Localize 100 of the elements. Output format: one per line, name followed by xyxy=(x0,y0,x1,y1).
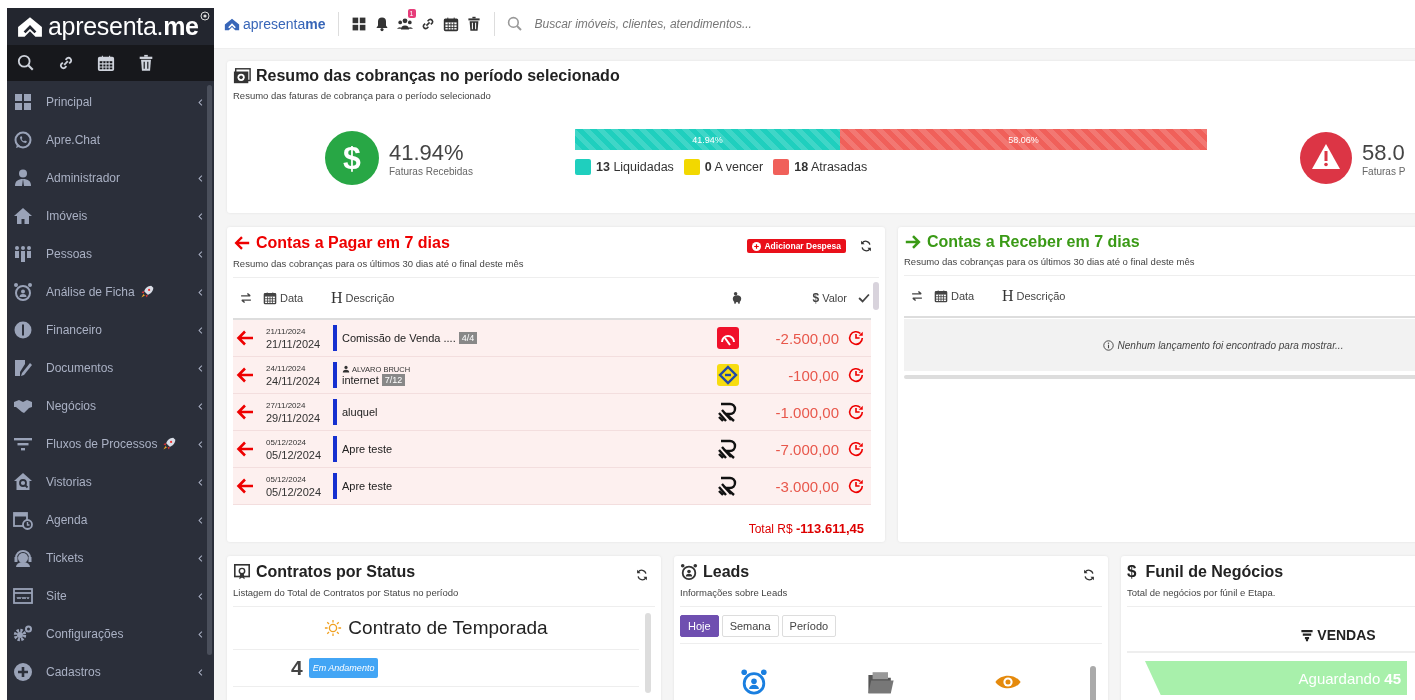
due-date: 05/12/2024 xyxy=(266,474,308,484)
grid-icon xyxy=(13,92,33,112)
tab[interactable]: Período xyxy=(781,615,837,637)
table-row[interactable]: 27/11/2024 29/11/2024 aluquel -1.000,00 xyxy=(233,394,871,431)
empty-message: Nenhum lançamento foi encontrado para mostrar... xyxy=(1117,339,1344,351)
tab[interactable]: Semana xyxy=(721,615,779,637)
category-bar xyxy=(333,325,337,351)
menu-item[interactable]: Principal xyxy=(7,83,214,121)
people-icon[interactable] xyxy=(396,16,413,32)
grid-icon[interactable] xyxy=(350,16,367,32)
installment-tag: 4/4 xyxy=(458,332,478,344)
refresh-icon[interactable] xyxy=(859,239,873,253)
heading-mark: H xyxy=(1002,287,1014,305)
menu-item[interactable]: Configurações xyxy=(7,615,214,653)
search-icon[interactable] xyxy=(17,54,35,72)
clock-icon[interactable] xyxy=(847,403,865,421)
menu-item[interactable]: Análise de Ficha xyxy=(7,273,214,311)
card-subtitle: Total de negócios por fúnil e Etapa. xyxy=(1127,587,1415,607)
pipeline-name: VENDAS xyxy=(1317,627,1376,643)
add-expense-button[interactable]: Adicionar Despesa xyxy=(747,239,846,253)
due-date: 05/12/2024 xyxy=(266,437,308,447)
clock-icon[interactable] xyxy=(847,329,865,347)
alarm-icon xyxy=(13,282,33,302)
amount: -7.000,00 xyxy=(774,440,839,458)
count: 4 xyxy=(291,656,303,680)
document-icon xyxy=(13,358,33,378)
total-amount: Total R$ -113.611,45 xyxy=(748,521,864,536)
menu-item[interactable]: Apre.Chat xyxy=(7,121,214,159)
menu-item[interactable]: Tickets xyxy=(7,539,214,577)
table-row[interactable]: 05/12/2024 05/12/2024 Apre teste -3.000,00 xyxy=(233,468,871,505)
scrollbar[interactable] xyxy=(873,282,879,310)
people-icon xyxy=(13,244,33,264)
heading-mark: H xyxy=(331,289,343,307)
browser-icon xyxy=(13,586,33,606)
amount: -100,00 xyxy=(787,366,839,384)
clock-icon[interactable] xyxy=(847,366,865,384)
column-header: Data xyxy=(951,290,975,302)
trash-icon[interactable] xyxy=(137,54,155,72)
column-header: Data xyxy=(280,292,304,304)
menu-item[interactable]: Documentos xyxy=(7,349,214,387)
description-text: Apre teste xyxy=(342,480,393,492)
dollar-mark: $ xyxy=(1127,562,1137,582)
description-text: aluquel xyxy=(342,406,378,418)
trash-icon[interactable] xyxy=(465,16,482,32)
arrow-right-icon xyxy=(904,233,922,251)
menu-item[interactable]: Imóveis xyxy=(7,197,214,235)
percentage-value: 58.0 xyxy=(1362,139,1406,166)
amount: -1.000,00 xyxy=(774,403,839,421)
scrollbar[interactable] xyxy=(207,85,212,655)
card-title: Funil de Negócios xyxy=(1145,563,1284,581)
link-icon[interactable] xyxy=(57,54,75,72)
clock-icon[interactable] xyxy=(847,440,865,458)
amount: -3.000,00 xyxy=(774,477,839,495)
table-row[interactable]: 05/12/2024 05/12/2024 Apre teste -7.000,00 xyxy=(233,431,871,468)
scrollbar[interactable] xyxy=(645,613,651,693)
menu-item[interactable]: Site xyxy=(7,577,214,615)
menu-item[interactable]: Vistorias xyxy=(7,463,214,501)
coin-icon xyxy=(13,320,33,340)
refresh-icon[interactable] xyxy=(1082,568,1096,582)
house-icon xyxy=(13,206,33,226)
menu-item[interactable]: Cadastros xyxy=(7,653,214,691)
card-title: Contas a Pagar em 7 dias xyxy=(256,234,450,252)
logo-icon xyxy=(717,475,739,497)
refresh-icon[interactable] xyxy=(635,568,649,582)
menu-item[interactable]: Fluxos de Processos xyxy=(7,425,214,463)
clock-icon[interactable] xyxy=(847,477,865,495)
menu-item[interactable]: Agenda xyxy=(7,501,214,539)
alarm-icon xyxy=(680,563,698,581)
column-header: Descrição xyxy=(345,292,395,304)
warning-icon xyxy=(1300,132,1352,184)
arrow-left-icon xyxy=(235,328,255,348)
category-bar xyxy=(333,399,337,425)
certificate-icon xyxy=(233,563,251,581)
calendar-icon[interactable] xyxy=(442,16,459,32)
info-icon xyxy=(1102,339,1114,351)
card-title: Contratos por Status xyxy=(256,563,416,581)
menu-item[interactable]: Pessoas xyxy=(7,235,214,273)
search-icon xyxy=(506,16,523,32)
menu-item[interactable]: Negócios xyxy=(7,387,214,425)
logo-icon xyxy=(224,17,240,31)
alarm-icon xyxy=(739,668,768,696)
search-field[interactable]: Buscar imóveis, clientes, atendimentos... xyxy=(532,16,937,32)
table-row[interactable]: 21/11/2024 21/11/2024 Comissão de Venda .... 4/4 -2.500,00 xyxy=(233,320,871,357)
arrow-left-icon xyxy=(235,402,255,422)
card-subtitle: Resumo das cobranças para os últimos 30 dias até o final deste mês xyxy=(904,256,1415,276)
card-subtitle: Resumo das cobranças para os últimos 30 dias até o final deste mês xyxy=(233,258,879,278)
brand-logo-text[interactable]: apresentame xyxy=(243,16,326,32)
percentage-value: 41.94% xyxy=(389,139,465,166)
arrow-left-icon xyxy=(235,439,255,459)
column-header: Valor xyxy=(822,292,847,304)
payment-date: 05/12/2024 xyxy=(266,485,323,498)
logo-icon xyxy=(17,15,43,38)
swap-icon xyxy=(910,289,924,303)
card-title: Resumo das cobranças no período selecionado xyxy=(256,67,620,85)
tab[interactable]: Hoje xyxy=(680,615,719,637)
menu-item[interactable]: Administrador xyxy=(7,159,214,197)
user-icon xyxy=(342,365,350,373)
scrollbar[interactable] xyxy=(1090,666,1096,700)
scrollbar[interactable] xyxy=(904,375,1415,379)
menu-item[interactable]: Financeiro xyxy=(7,311,214,349)
